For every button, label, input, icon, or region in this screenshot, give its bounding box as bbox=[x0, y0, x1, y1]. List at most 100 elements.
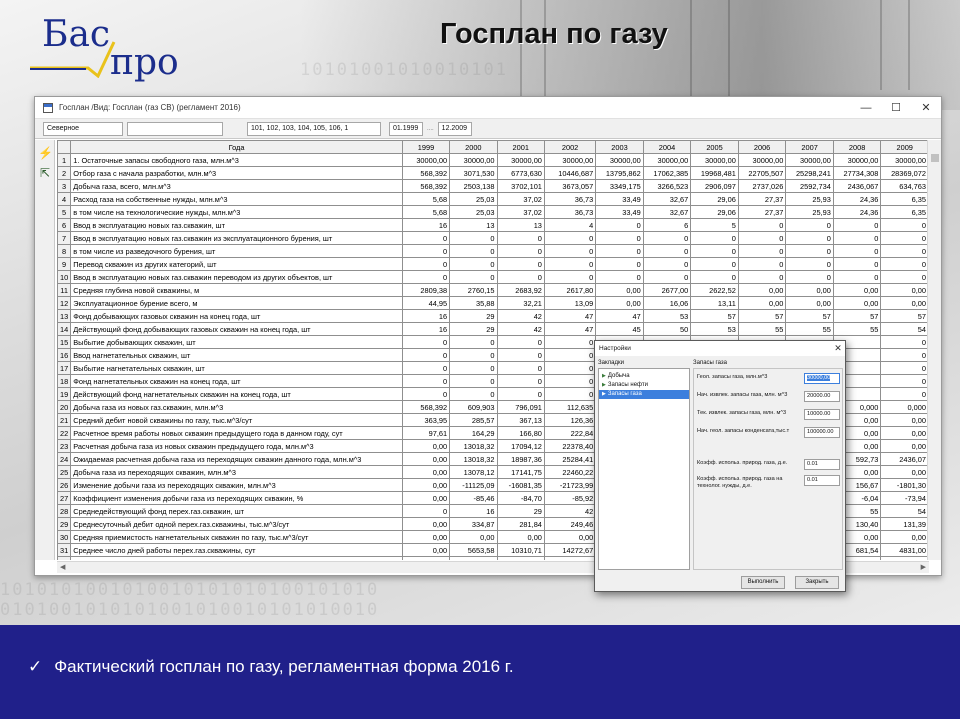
table-cell[interactable]: 0 bbox=[880, 348, 929, 362]
table-cell[interactable]: 14272,67 bbox=[543, 543, 597, 557]
table-cell[interactable]: 0 bbox=[543, 361, 597, 375]
table-cell[interactable]: 0 bbox=[690, 270, 739, 284]
table-row[interactable]: 10 Ввод в эксплуатацию новых газ.скважин … bbox=[57, 270, 929, 284]
table-cell[interactable]: 18987,36 bbox=[496, 452, 545, 466]
table-cell[interactable]: 0 bbox=[642, 270, 692, 284]
table-cell[interactable]: 0 bbox=[595, 218, 644, 232]
table-cell[interactable]: 0,00 bbox=[832, 283, 882, 297]
table-cell[interactable]: 0 bbox=[832, 270, 882, 284]
table-cell[interactable]: 0,00 bbox=[880, 439, 929, 453]
table-cell[interactable]: 281,84 bbox=[496, 517, 545, 531]
table-cell[interactable]: 0 bbox=[401, 504, 451, 518]
table-cell[interactable]: -84,70 bbox=[496, 491, 545, 505]
table-cell[interactable]: 0 bbox=[737, 270, 787, 284]
table-row[interactable]: 7 Ввод в эксплуатацию новых газ.скважин и… bbox=[57, 231, 929, 245]
table-cell[interactable]: 29 bbox=[449, 322, 498, 336]
table-cell[interactable]: 10446,687 bbox=[543, 166, 597, 180]
codes-field[interactable]: 101, 102, 103, 104, 105, 106, 1 bbox=[247, 121, 381, 136]
table-cell[interactable]: 42 bbox=[496, 322, 545, 336]
table-cell[interactable]: 0 bbox=[832, 231, 882, 245]
table-cell[interactable]: 0 bbox=[449, 244, 498, 258]
table-cell[interactable]: 24,36 bbox=[832, 205, 882, 219]
table-cell[interactable]: 42 bbox=[543, 504, 597, 518]
table-cell[interactable]: 3071,530 bbox=[449, 166, 498, 180]
table-cell[interactable]: 57 bbox=[690, 309, 739, 323]
table-cell[interactable]: 10310,71 bbox=[496, 543, 545, 557]
table-cell[interactable]: -1801,30 bbox=[880, 478, 929, 492]
table-cell[interactable]: 47 bbox=[595, 309, 644, 323]
table-cell[interactable]: 17062,385 bbox=[642, 166, 692, 180]
table-cell[interactable]: 0 bbox=[496, 244, 545, 258]
table-cell[interactable]: 3266,523 bbox=[642, 179, 692, 193]
table-cell[interactable]: 0 bbox=[785, 231, 834, 245]
table-cell[interactable]: 0 bbox=[880, 335, 929, 349]
table-cell[interactable]: 0,00 bbox=[401, 543, 451, 557]
table-row[interactable]: 3 Добыча газа, всего, млн.м^3 568,392 2503,… bbox=[57, 179, 929, 193]
table-cell[interactable]: 29,06 bbox=[690, 205, 739, 219]
table-cell[interactable]: -73,94 bbox=[880, 491, 929, 505]
table-cell[interactable]: 57 bbox=[737, 309, 787, 323]
table-cell[interactable]: 568,392 bbox=[401, 400, 451, 414]
condensate-reserves-input[interactable]: 100000.00 bbox=[804, 427, 840, 438]
table-cell[interactable]: 0 bbox=[449, 348, 498, 362]
scroll-left-icon[interactable]: ◀ bbox=[60, 563, 65, 571]
table-row[interactable]: 8в том числе из разведочного бурения, шт… bbox=[57, 244, 929, 258]
table-cell[interactable]: 32,67 bbox=[642, 192, 692, 206]
table-cell[interactable]: 0 bbox=[496, 387, 545, 401]
table-cell[interactable]: 0 bbox=[496, 231, 545, 245]
table-cell[interactable]: 363,95 bbox=[401, 413, 451, 427]
table-cell[interactable]: 0 bbox=[543, 231, 597, 245]
gas-usage-coef-input[interactable]: 0.01 bbox=[804, 459, 840, 470]
table-cell[interactable]: 30000,00 bbox=[737, 153, 787, 167]
table-cell[interactable]: 5 bbox=[690, 218, 739, 232]
table-cell[interactable]: 13,11 bbox=[690, 296, 739, 310]
table-cell[interactable]: 0,00 bbox=[543, 530, 597, 544]
table-cell[interactable]: -16081,35 bbox=[496, 478, 545, 492]
table-cell[interactable]: 0,00 bbox=[832, 296, 882, 310]
table-cell[interactable]: 0 bbox=[401, 348, 451, 362]
table-cell[interactable]: 0 bbox=[785, 257, 834, 271]
table-cell[interactable]: 13018,32 bbox=[449, 439, 498, 453]
table-cell[interactable]: 0 bbox=[785, 270, 834, 284]
table-row[interactable]: 14 Действующий фонд добывающих газовых ск… bbox=[57, 322, 929, 336]
table-cell[interactable]: 5,68 bbox=[401, 205, 451, 219]
date-to-field[interactable]: 12.2009 bbox=[437, 121, 472, 136]
current-recoverable-input[interactable]: 10000.00 bbox=[804, 409, 840, 420]
table-cell[interactable]: 28369,072 bbox=[880, 166, 929, 180]
table-cell[interactable]: 0,00 bbox=[737, 283, 787, 297]
table-cell[interactable]: 0 bbox=[449, 335, 498, 349]
table-cell[interactable]: 13795,862 bbox=[595, 166, 644, 180]
table-cell[interactable]: 0,00 bbox=[595, 296, 644, 310]
table-cell[interactable]: 0 bbox=[690, 244, 739, 258]
table-cell[interactable]: 568,392 bbox=[401, 166, 451, 180]
table-cell[interactable]: 0 bbox=[496, 335, 545, 349]
tech-usage-coef-input[interactable]: 0.01 bbox=[804, 475, 840, 486]
table-cell[interactable]: 0,00 bbox=[543, 556, 597, 560]
table-cell[interactable]: 33,49 bbox=[595, 205, 644, 219]
table-row[interactable]: 13 Фонд добывающих газовых скважин на кон… bbox=[57, 309, 929, 323]
table-cell[interactable]: 0 bbox=[785, 218, 834, 232]
table-cell[interactable]: 5,68 bbox=[401, 192, 451, 206]
table-cell[interactable]: 0,00 bbox=[880, 556, 929, 560]
table-cell[interactable]: -85,92 bbox=[543, 491, 597, 505]
table-cell[interactable]: 22460,22 bbox=[543, 465, 597, 479]
table-cell[interactable]: 0,00 bbox=[401, 439, 451, 453]
table-cell[interactable]: 53 bbox=[690, 322, 739, 336]
tree-item-gas-reserves[interactable]: ▶ Запасы газа bbox=[599, 390, 689, 399]
table-cell[interactable]: 32,21 bbox=[496, 296, 545, 310]
table-cell[interactable]: -21723,99 bbox=[543, 478, 597, 492]
date-from-field[interactable]: 01.1999 bbox=[389, 121, 423, 136]
table-cell[interactable]: 285,57 bbox=[449, 413, 498, 427]
table-cell[interactable]: 2436,067 bbox=[832, 179, 882, 193]
table-cell[interactable]: 0 bbox=[401, 361, 451, 375]
table-cell[interactable]: 25298,241 bbox=[785, 166, 834, 180]
table-cell[interactable]: 6773,630 bbox=[496, 166, 545, 180]
table-cell[interactable]: 4 bbox=[543, 218, 597, 232]
table-cell[interactable]: 22705,507 bbox=[737, 166, 787, 180]
table-cell[interactable]: 55 bbox=[785, 322, 834, 336]
table-cell[interactable]: 131,39 bbox=[880, 517, 929, 531]
table-cell[interactable]: 29 bbox=[449, 309, 498, 323]
table-cell[interactable]: 36,73 bbox=[543, 192, 597, 206]
table-cell[interactable]: 17141,75 bbox=[496, 465, 545, 479]
table-cell[interactable]: 6 bbox=[642, 218, 692, 232]
